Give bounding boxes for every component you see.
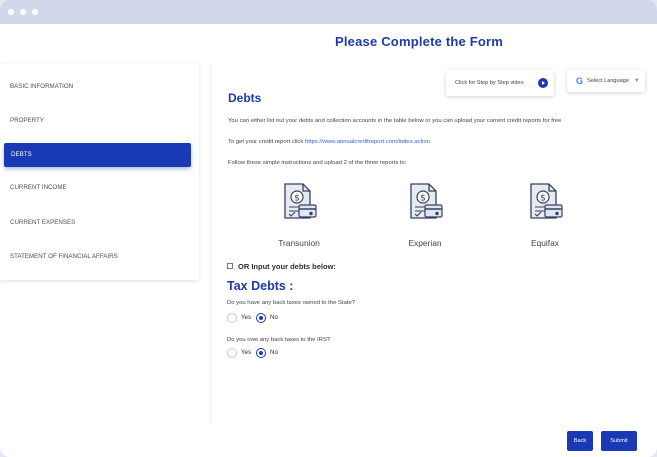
svg-text:$: $	[420, 194, 426, 204]
sidebar-item-current-income[interactable]: CURRENT INCOME	[0, 176, 199, 200]
window-titlebar	[0, 0, 657, 24]
irs-tax-no-label: No	[270, 349, 278, 356]
page-title: Please Complete the Form	[335, 34, 504, 49]
state-tax-yes-radio[interactable]	[227, 313, 237, 323]
credit-report-icon: $	[410, 183, 443, 219]
irs-tax-no-radio[interactable]	[256, 348, 266, 358]
tax-debts-title: Tax Debts :	[227, 279, 294, 293]
window-minimize-dot[interactable]	[20, 9, 26, 15]
sidebar-item-property[interactable]: PROPERTY	[0, 109, 199, 133]
credit-report-prefix: To get your credit report click	[228, 139, 305, 145]
report-label-experian: Experian	[408, 238, 442, 248]
svg-text:$: $	[294, 194, 300, 204]
credit-report-text: To get your credit report click https://…	[228, 139, 430, 145]
manual-debts-label: OR Input your debts below:	[238, 262, 336, 271]
svg-text:$: $	[540, 194, 546, 204]
language-button-label: Select Language	[587, 78, 629, 84]
report-equifax[interactable]: $ Equifax	[505, 180, 585, 248]
submit-button[interactable]: Submit	[601, 431, 637, 451]
app-window: Please Complete the Form BASIC INFORMATI…	[0, 0, 657, 457]
instructions-text: Follow these simple instructions and upl…	[228, 160, 407, 166]
irs-tax-question: Do you owe any back taxes to the IRS?	[227, 337, 331, 343]
sidebar-item-current-expenses[interactable]: CURRENT EXPENSES	[0, 211, 199, 235]
report-experian[interactable]: $ Experian	[385, 180, 465, 248]
play-icon	[538, 78, 548, 88]
step-by-step-video-button[interactable]: Click for Step by Step video	[446, 70, 554, 96]
window-maximize-dot[interactable]	[32, 9, 38, 15]
state-tax-no-radio[interactable]	[256, 313, 266, 323]
credit-report-icon: $	[284, 183, 317, 219]
state-tax-yes-label: Yes	[241, 314, 252, 321]
window-close-dot[interactable]	[8, 9, 14, 15]
credit-report-icon: $	[530, 183, 563, 219]
irs-tax-yes-radio[interactable]	[227, 348, 237, 358]
sidebar: BASIC INFORMATION PROPERTY DEBTS CURRENT…	[0, 64, 199, 280]
select-language-button[interactable]: G Select Language ▼	[567, 70, 645, 92]
sidebar-item-basic-information[interactable]: BASIC INFORMATION	[0, 75, 199, 99]
chevron-down-icon: ▼	[634, 78, 640, 84]
manual-debts-checkbox[interactable]	[227, 263, 233, 269]
report-label-equifax: Equifax	[531, 238, 559, 248]
irs-tax-yes-label: Yes	[241, 349, 252, 356]
state-tax-no-label: No	[270, 314, 278, 321]
debts-intro-text: You can either list out your debts and c…	[228, 118, 562, 124]
credit-report-link[interactable]: https://www.annualcreditreport.com/index…	[305, 139, 430, 145]
back-button[interactable]: Back	[567, 431, 593, 451]
report-transunion[interactable]: $ Transunion	[259, 180, 339, 248]
state-tax-question: Do you have any back taxes owned to the …	[227, 300, 356, 306]
sidebar-item-statement-of-financial-affairs[interactable]: STATEMENT OF FINANCIAL AFFAIRS	[0, 245, 199, 269]
google-icon: G	[576, 76, 584, 86]
report-label-transunion: Transunion	[278, 238, 320, 248]
video-button-label: Click for Step by Step video	[455, 80, 524, 86]
debts-title: Debts	[228, 91, 262, 105]
sidebar-item-debts[interactable]: DEBTS	[4, 143, 191, 167]
